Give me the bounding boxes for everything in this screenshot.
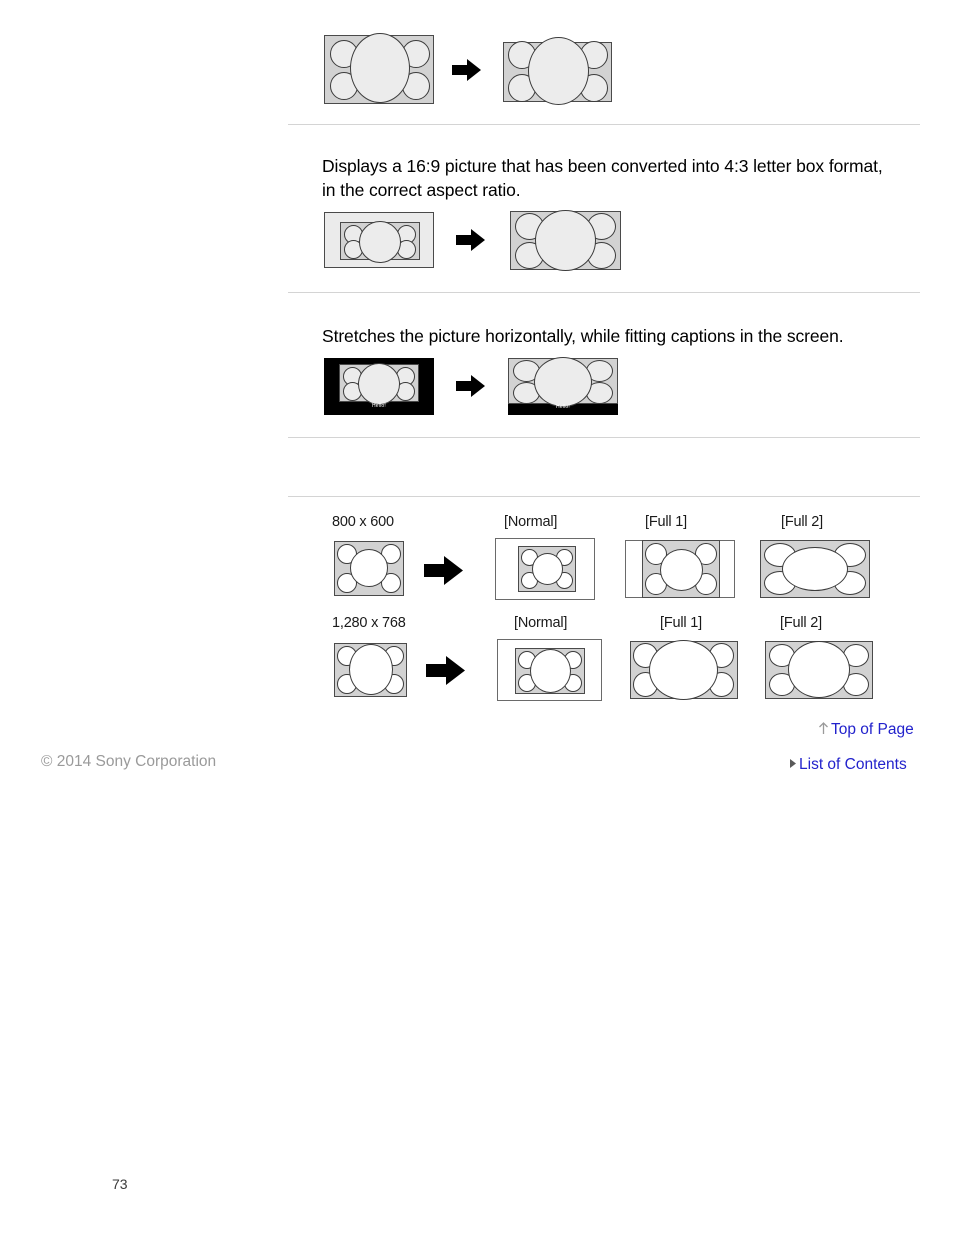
- tv-pattern-source-2: [324, 212, 434, 268]
- mode-header-full1-row-2: [Full 1]: [660, 615, 702, 631]
- right-arrow-icon-3: [456, 374, 486, 398]
- center-circle: [649, 640, 718, 700]
- center-circle: [532, 553, 563, 585]
- center-circle: [535, 210, 596, 271]
- center-circle: [530, 649, 571, 693]
- center-circle: [788, 641, 850, 698]
- right-arrow-icon-1: [452, 58, 482, 82]
- center-circle: [350, 549, 388, 587]
- section-blank: [288, 438, 920, 496]
- resolution-label-row-1: 800 x 600: [332, 514, 394, 530]
- center-circle: [350, 33, 410, 103]
- tv-full1-1280x768: [630, 640, 738, 700]
- tv-full2-800x600: [760, 540, 870, 598]
- triangle-right-icon: [789, 756, 797, 774]
- mode-header-full1-row-1: [Full 1]: [645, 514, 687, 530]
- section-description-letterbox: Displays a 16:9 picture that has been co…: [322, 156, 883, 200]
- center-circle: [359, 221, 401, 263]
- top-of-page-label: Top of Page: [831, 721, 914, 738]
- tv-full1-800x600: [625, 540, 735, 598]
- tv-inner-content: [642, 540, 720, 598]
- tv-pattern-result-2: [510, 210, 621, 271]
- tv-normal-800x600: [495, 538, 595, 600]
- tv-inner-picture-area: [508, 357, 618, 407]
- center-circle: [349, 644, 393, 695]
- tv-normal-1280x768: [497, 639, 602, 701]
- section-divider-4: [288, 496, 920, 497]
- copyright-text: © 2014 Sony Corporation: [41, 753, 217, 770]
- tv-inner-content: [515, 648, 585, 694]
- center-circle: [358, 363, 400, 405]
- mode-header-full2-row-2: [Full 2]: [780, 615, 822, 631]
- caption-text-source: Hello!: [372, 403, 386, 409]
- caption-text-result: Hello!: [556, 404, 570, 410]
- document-page: Displays a 16:9 picture that has been co…: [0, 0, 954, 1235]
- tv-inner-content: [518, 546, 576, 592]
- tv-source-1280x768: [334, 643, 407, 697]
- list-of-contents-label: List of Contents: [799, 756, 907, 773]
- center-circle: [528, 37, 589, 105]
- center-circle: [660, 549, 703, 591]
- center-circle: [782, 547, 848, 591]
- right-arrow-icon-2: [456, 228, 486, 252]
- tv-inner-picture-area: [339, 363, 419, 405]
- tv-pattern-result-3: Hello!: [508, 357, 618, 415]
- right-arrow-icon-row-1: [424, 555, 464, 586]
- tv-inner-letterbox-area: [340, 221, 420, 263]
- top-of-page-link[interactable]: Top of Page: [818, 721, 914, 740]
- tv-full2-1280x768: [765, 641, 873, 699]
- mode-header-normal-row-1: [Normal]: [504, 514, 558, 530]
- up-arrow-icon: [818, 722, 829, 740]
- right-arrow-icon-row-2: [426, 655, 466, 686]
- section-description-captions: Stretches the picture horizontally, whil…: [322, 326, 844, 346]
- page-number: 73: [112, 1176, 128, 1192]
- list-of-contents-link[interactable]: List of Contents: [789, 756, 907, 774]
- tv-pattern-source-3: Hello!: [324, 358, 434, 415]
- tv-source-800x600: [334, 541, 404, 596]
- tv-pattern-source-1: [324, 33, 434, 104]
- section-divider-2: [288, 292, 920, 293]
- mode-header-normal-row-2: [Normal]: [514, 615, 568, 631]
- center-circle: [534, 357, 592, 407]
- section-divider-1: [288, 124, 920, 125]
- resolution-label-row-2: 1,280 x 768: [332, 615, 406, 631]
- mode-header-full2-row-1: [Full 2]: [781, 514, 823, 530]
- tv-pattern-result-1: [503, 37, 612, 105]
